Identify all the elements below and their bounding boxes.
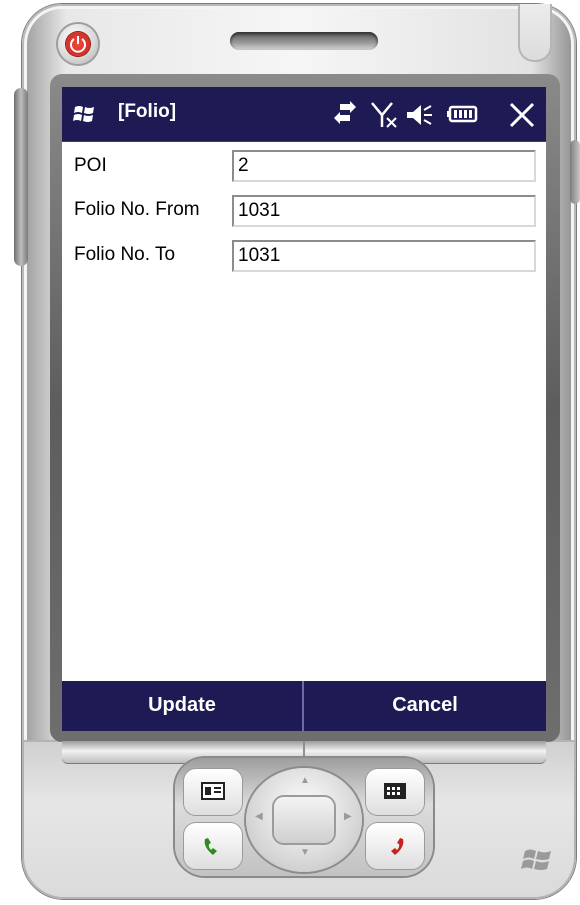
poi-label: POI — [74, 155, 107, 176]
folio-to-label: Folio No. To — [74, 244, 176, 265]
windows-start-icon[interactable] — [72, 103, 98, 130]
softkey-bar: Update Cancel — [62, 681, 546, 731]
stylus-slot — [518, 4, 552, 62]
window-title: [Folio] — [118, 101, 177, 122]
contacts-icon — [201, 782, 225, 800]
signal-off-icon[interactable] — [370, 101, 400, 134]
call-key[interactable] — [184, 823, 242, 869]
power-symbol-icon — [70, 36, 86, 53]
dpad-right-arrow-icon[interactable]: ▶ — [344, 811, 352, 822]
screen: [Folio] POI 2 Folio No. From 1031 Folio … — [62, 87, 546, 731]
contacts-key[interactable] — [184, 769, 242, 815]
dpad-left-arrow-icon[interactable]: ◀ — [255, 811, 263, 822]
call-icon — [204, 838, 217, 855]
side-key[interactable] — [570, 140, 580, 204]
folio-from-input[interactable] — [232, 195, 536, 227]
power-button[interactable] — [58, 24, 98, 64]
volume-icon[interactable] — [404, 101, 434, 134]
windows-logo-icon — [521, 845, 555, 880]
end-call-icon — [391, 838, 404, 855]
dpad-up-arrow-icon[interactable]: ▲ — [300, 775, 310, 786]
calendar-icon — [384, 783, 406, 799]
battery-icon[interactable] — [446, 101, 482, 132]
poi-input[interactable] — [232, 150, 536, 182]
sync-icon[interactable] — [332, 101, 358, 132]
folio-from-label: Folio No. From — [74, 199, 200, 220]
calendar-key[interactable] — [366, 769, 424, 815]
side-volume-key[interactable] — [14, 88, 28, 266]
end-call-key[interactable] — [366, 823, 424, 869]
dpad-center-button[interactable] — [274, 797, 334, 843]
folio-to-input[interactable] — [232, 240, 536, 272]
title-bar: [Folio] — [62, 87, 546, 142]
update-button[interactable]: Update — [62, 681, 302, 731]
speaker-slot — [230, 32, 378, 50]
cancel-button[interactable]: Cancel — [304, 681, 546, 731]
hardware-strip-divider — [303, 741, 305, 759]
close-icon[interactable] — [508, 101, 536, 134]
dpad-down-arrow-icon[interactable]: ▼ — [300, 847, 310, 858]
